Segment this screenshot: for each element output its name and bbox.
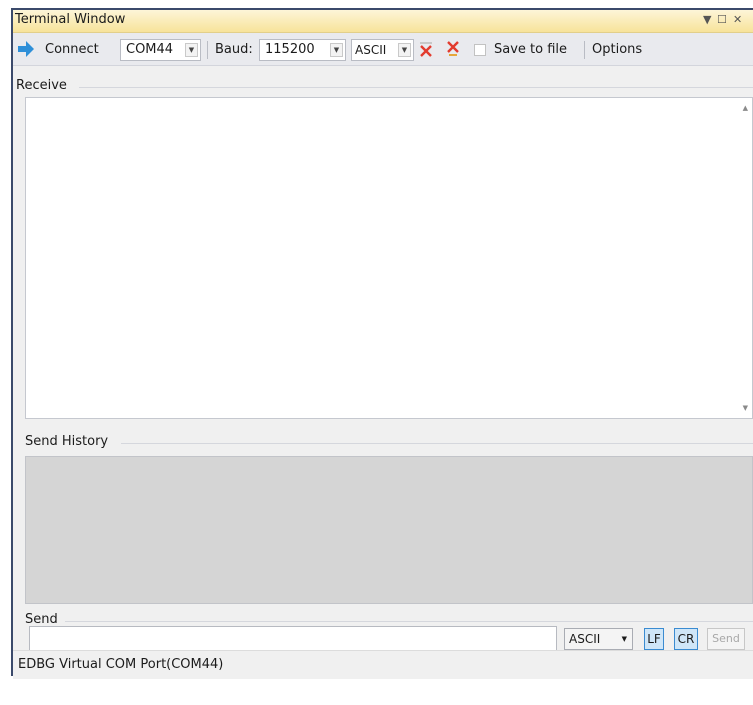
clear-all-icon[interactable] <box>445 40 461 62</box>
mode-value: ASCII <box>355 43 387 57</box>
receive-textarea[interactable]: ▲ ▼ <box>25 97 753 419</box>
divider <box>79 87 753 88</box>
send-group-label: Send <box>25 612 61 627</box>
maximize-icon[interactable]: ☐ <box>717 13 727 26</box>
chevron-down-icon: ▼ <box>185 43 198 57</box>
chevron-down-icon: ▼ <box>621 635 627 643</box>
divider <box>65 621 753 622</box>
status-text: EDBG Virtual COM Port(COM44) <box>18 657 224 672</box>
port-value: COM44 <box>126 42 174 57</box>
save-to-file-checkbox[interactable] <box>474 44 486 56</box>
send-mode-select[interactable]: ASCII ▼ <box>564 628 633 650</box>
terminal-window: Terminal Window ▼ ☐ ✕ Connect COM44 ▼ Ba… <box>11 8 753 679</box>
port-select[interactable]: COM44 ▼ <box>120 39 201 61</box>
toolbar-separator <box>584 41 585 59</box>
send-history-label: Send History <box>25 434 112 449</box>
baud-value: 115200 <box>265 42 315 57</box>
toolbar: Connect COM44 ▼ Baud: 115200 ▼ ASCII ▼ S… <box>13 33 753 66</box>
connect-button[interactable]: Connect <box>45 39 99 61</box>
clear-receive-icon[interactable] <box>418 40 434 62</box>
toolbar-separator <box>207 41 208 59</box>
mode-select[interactable]: ASCII ▼ <box>351 39 414 61</box>
receive-group-label: Receive <box>16 78 70 93</box>
send-input[interactable] <box>29 626 557 651</box>
close-icon[interactable]: ✕ <box>733 13 742 26</box>
connect-arrow-icon[interactable] <box>17 38 35 60</box>
options-button[interactable]: Options <box>592 39 642 61</box>
chevron-down-icon: ▼ <box>330 43 343 57</box>
baud-label: Baud: <box>215 42 253 57</box>
lf-toggle[interactable]: LF <box>644 628 664 650</box>
chevron-down-icon: ▼ <box>398 43 411 57</box>
scroll-up-icon[interactable]: ▲ <box>743 104 748 112</box>
title-bar: Terminal Window ▼ ☐ ✕ <box>13 10 753 33</box>
send-button[interactable]: Send <box>707 628 745 650</box>
cr-toggle[interactable]: CR <box>674 628 698 650</box>
scroll-down-icon[interactable]: ▼ <box>743 404 748 412</box>
baud-select[interactable]: 115200 ▼ <box>259 39 346 61</box>
save-to-file-label[interactable]: Save to file <box>494 39 567 61</box>
send-mode-value: ASCII <box>569 632 601 646</box>
window-title: Terminal Window <box>15 12 126 27</box>
divider <box>121 443 753 444</box>
status-bar: EDBG Virtual COM Port(COM44) <box>13 650 753 679</box>
send-history-list[interactable] <box>25 456 753 604</box>
dropdown-icon[interactable]: ▼ <box>703 13 711 26</box>
